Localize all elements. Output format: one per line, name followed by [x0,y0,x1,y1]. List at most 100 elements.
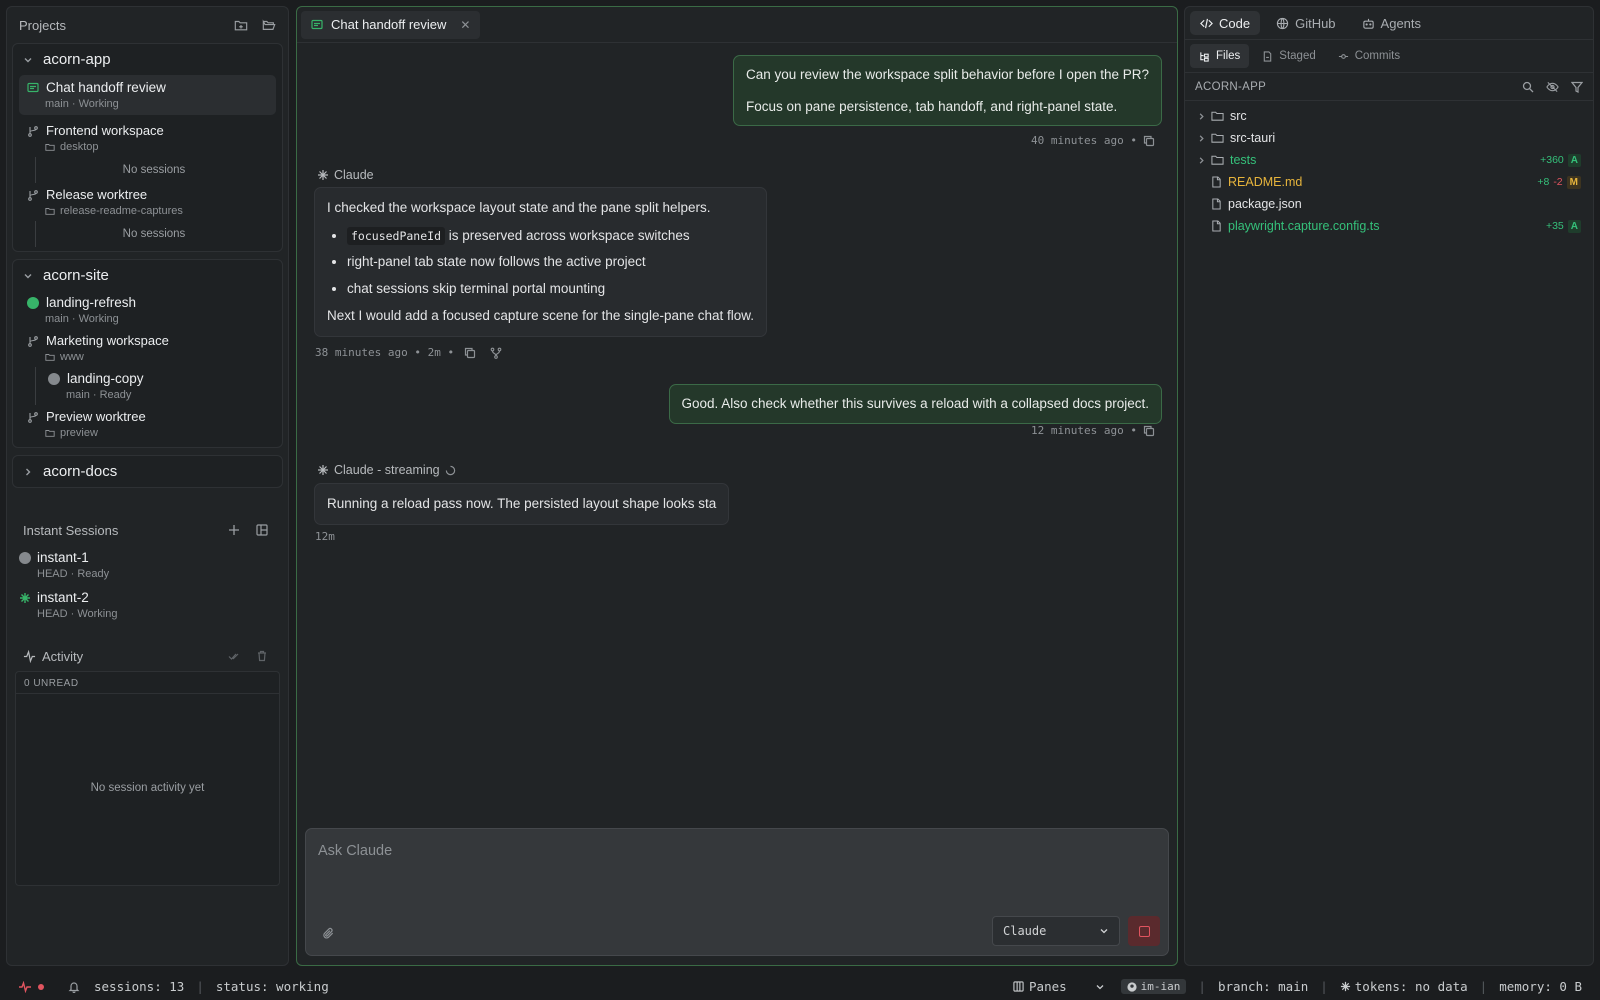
file-name: src-tauri [1230,131,1276,145]
tree-row-file[interactable]: package.json [1185,193,1593,215]
assistant-name: Claude - streaming [334,463,440,477]
instant-session-item[interactable]: instant-2 HEAD · Working [7,585,288,625]
folder-icon [45,428,55,438]
tree-row-file[interactable]: README.md +8 -2 M [1185,171,1593,193]
chat-pane: Chat handoff review ✕ Can you review the… [296,6,1178,966]
project-header[interactable]: acorn-site [13,260,282,291]
filter-icon[interactable] [1571,81,1583,93]
code-subtabs: Files Staged Commits [1185,40,1593,73]
subtab-commits[interactable]: Commits [1329,44,1409,68]
activity-header: Activity [7,641,288,671]
assistant-name: Claude [334,168,374,182]
tab-agents[interactable]: Agents [1352,11,1431,35]
sidebar-title: Projects [19,17,66,33]
status-text: status: working [215,979,329,994]
file-tree-icon [1199,51,1210,62]
close-icon[interactable]: ✕ [460,18,470,32]
tree-row-file[interactable]: playwright.capture.config.ts +35 A [1185,215,1593,237]
deletions-count: -2 [1553,176,1563,188]
mark-read-icon[interactable] [228,650,240,662]
message-text: I checked the workspace layout state and… [327,200,711,215]
worktree-folder: www [60,351,84,363]
worktree-title: Marketing workspace [46,333,169,348]
subtab-staged[interactable]: Staged [1253,44,1324,68]
search-icon[interactable] [1522,81,1534,93]
session-title: landing-copy [67,371,144,386]
message-timestamp: 40 minutes ago • [1031,134,1137,147]
status-ready-icon [19,551,31,564]
bot-icon [1362,17,1375,30]
github-user-chip[interactable]: im-ian [1120,979,1187,994]
chevron-right-icon [1197,134,1211,143]
copy-icon[interactable] [1143,135,1155,147]
fork-icon[interactable] [490,347,502,359]
panes-icon [1013,981,1024,992]
subtab-label: Staged [1279,50,1316,62]
worktree-item[interactable]: Release worktree release-readme-captures [13,183,282,221]
project-header[interactable]: acorn-docs [13,456,282,487]
tab-label: Chat handoff review [331,17,447,32]
tree-row-folder[interactable]: tests +360 A [1185,149,1593,171]
eye-off-icon[interactable] [1546,81,1559,93]
status-ready-icon [48,372,60,385]
stop-button[interactable] [1128,916,1160,946]
tab-label: Code [1219,15,1251,31]
message-text: Running a reload pass now. The persisted… [327,496,717,511]
tab-chat-handoff-review[interactable]: Chat handoff review ✕ [301,10,481,39]
instant-sessions-header: Instant Sessions [7,515,288,545]
worktree-item[interactable]: Marketing workspace www [13,329,282,367]
paperclip-icon[interactable] [322,927,335,940]
session-item-active[interactable]: Chat handoff review main · Working [19,75,276,115]
session-item[interactable]: landing-refresh main · Working [13,291,282,329]
tree-row-folder[interactable]: src [1185,105,1593,127]
copy-icon[interactable] [464,347,476,359]
chevron-down-icon[interactable] [1095,982,1105,992]
session-meta: HEAD · Working [37,608,118,620]
chat-composer: Claude [305,828,1169,956]
plus-icon[interactable] [228,524,240,536]
tab-code[interactable]: Code [1190,11,1261,35]
file-icon [1211,198,1222,210]
worktree-item[interactable]: Frontend workspace desktop [13,119,282,157]
panes-label[interactable]: Panes [1029,979,1067,994]
right-panel-tabs: Code GitHub Agents [1185,7,1593,40]
model-label: Claude [1003,924,1047,938]
project-name: acorn-docs [43,463,118,480]
session-item[interactable]: landing-copy main · Ready [46,367,282,405]
prompt-input[interactable] [306,829,1168,899]
worktree-folder: release-readme-captures [60,205,183,217]
stop-icon [1138,925,1150,937]
no-sessions-label: No sessions [35,157,272,183]
list-item: focusedPaneId is preserved across worksp… [347,226,754,245]
commit-icon [1338,51,1349,62]
bell-icon[interactable] [68,981,80,993]
status-badge: A [1567,153,1581,167]
open-folder-icon[interactable] [262,18,276,32]
worktree-item[interactable]: Preview worktree preview [13,405,282,443]
subtab-files[interactable]: Files [1190,44,1250,68]
globe-icon [1276,17,1289,30]
project-name: acorn-site [43,267,109,284]
copy-icon[interactable] [1143,425,1155,437]
code-icon [1200,17,1213,30]
session-meta: HEAD · Ready [37,568,110,580]
model-select[interactable]: Claude [992,916,1120,946]
tokens-label: tokens: no data [1354,979,1468,994]
claude-icon [317,464,329,476]
tab-label: GitHub [1295,15,1336,31]
inline-code: focusedPaneId [347,226,446,245]
layout-icon[interactable] [256,524,268,536]
tree-row-folder[interactable]: src-tauri [1185,127,1593,149]
instant-session-item[interactable]: instant-1 HEAD · Ready [7,545,288,585]
project-acorn-app: acorn-app Chat handoff review main · Wor… [12,43,283,252]
list-item: chat sessions skip terminal portal mount… [347,280,754,298]
trash-icon[interactable] [256,650,268,662]
branch-label: branch: main [1217,979,1309,994]
tab-github[interactable]: GitHub [1266,11,1345,35]
new-folder-icon[interactable] [234,18,248,32]
branch-icon [27,125,39,137]
additions-count: +360 [1540,154,1564,166]
project-header[interactable]: acorn-app [13,44,282,75]
folder-icon [45,142,55,152]
worktree-title: Release worktree [46,187,148,202]
